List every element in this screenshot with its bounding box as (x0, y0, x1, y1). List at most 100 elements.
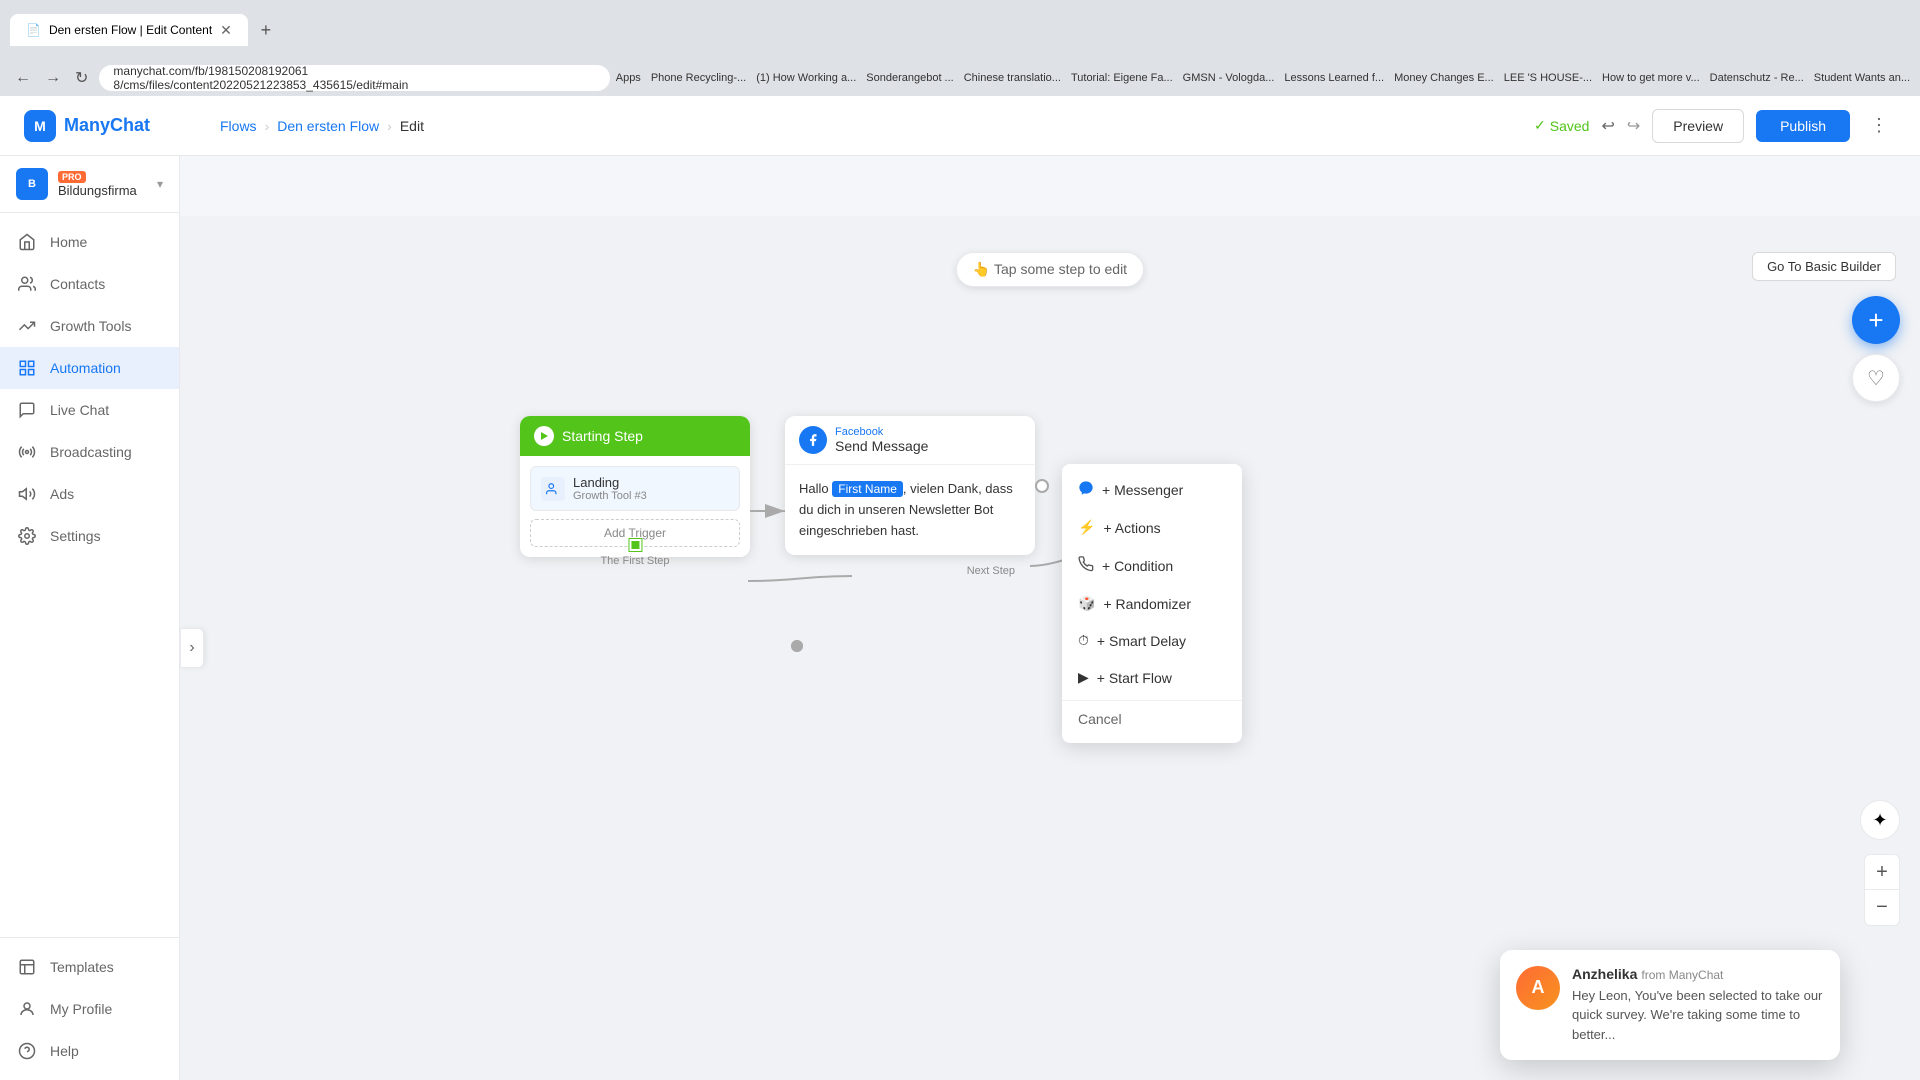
breadcrumb-flow-name[interactable]: Den ersten Flow (277, 118, 379, 134)
sidebar-item-my-profile[interactable]: My Profile (0, 988, 179, 1030)
growth-tools-icon (16, 315, 38, 337)
condition-icon (1078, 556, 1094, 575)
bookmark-4[interactable]: Chinese translatio... (964, 72, 1061, 84)
saved-label: Saved (1550, 118, 1590, 134)
broadcasting-icon (16, 441, 38, 463)
preview-button[interactable]: Preview (1652, 109, 1744, 143)
sidebar-bottom: Templates My Profile Help (0, 937, 179, 1080)
new-tab-button[interactable]: + (254, 18, 278, 42)
sidebar-label-broadcasting: Broadcasting (50, 444, 132, 460)
bookmark-8[interactable]: Money Changes E... (1394, 72, 1494, 84)
actions-label: + Actions (1103, 520, 1160, 536)
trigger-sub: Growth Tool #3 (573, 490, 647, 502)
sidebar-label-help: Help (50, 1043, 79, 1059)
refresh-button[interactable]: ↻ (70, 66, 93, 90)
sidebar-label-automation: Automation (50, 360, 121, 376)
dropdown-messenger[interactable]: + Messenger (1062, 470, 1242, 509)
chat-avatar: A (1516, 966, 1560, 1010)
breadcrumb-sep2: › (387, 118, 392, 134)
browser-addressbar[interactable]: manychat.com/fb/198150208192061 8/cms/fi… (99, 65, 609, 91)
bookmark-apps[interactable]: Apps (616, 72, 641, 84)
contacts-icon (16, 273, 38, 295)
sidebar-item-templates[interactable]: Templates (0, 946, 179, 988)
publish-button[interactable]: Publish (1756, 110, 1850, 142)
sidebar-item-automation[interactable]: Automation (0, 347, 179, 389)
add-step-button[interactable]: + (1852, 296, 1900, 344)
bookmark-5[interactable]: Tutorial: Eigene Fa... (1071, 72, 1173, 84)
back-button[interactable]: ← (10, 66, 36, 90)
main-canvas[interactable]: 👆 Tap some step to edit Go To Basic Buil… (180, 216, 1920, 1080)
pro-badge: PRO (58, 171, 86, 183)
sidebar-item-growth-tools[interactable]: Growth Tools (0, 305, 179, 347)
bookmark-1[interactable]: Phone Recycling-... (651, 72, 746, 84)
sidebar-label-home: Home (50, 234, 87, 250)
message-start: Hallo (799, 481, 832, 496)
dropdown-condition[interactable]: + Condition (1062, 546, 1242, 585)
logo-text: ManyChat (64, 115, 150, 136)
bookmark-6[interactable]: GMSN - Vologda... (1183, 72, 1275, 84)
workspace-selector[interactable]: B PRO Bildungsfirma ▾ (0, 156, 179, 213)
bookmark-10[interactable]: How to get more v... (1602, 72, 1700, 84)
ai-button[interactable]: ✦ (1860, 800, 1900, 840)
dropdown-actions[interactable]: ⚡ + Actions (1062, 509, 1242, 546)
chat-widget[interactable]: A Anzhelika from ManyChat Hey Leon, You'… (1500, 950, 1840, 1061)
browser-tab[interactable]: 📄 Den ersten Flow | Edit Content ✕ (10, 14, 248, 46)
hint-text: 👆 Tap some step to edit (973, 261, 1127, 278)
tab-close-icon[interactable]: ✕ (220, 22, 232, 39)
redo-button[interactable]: ↪ (1627, 116, 1640, 136)
workspace-chevron-icon: ▾ (157, 177, 163, 191)
sidebar-item-help[interactable]: Help (0, 1030, 179, 1072)
fb-message-node[interactable]: Facebook Send Message Hallo First Name, … (785, 416, 1035, 555)
logo-icon: M (24, 110, 56, 142)
sidebar-toggle-button[interactable]: › (180, 628, 204, 668)
sidebar-item-ads[interactable]: Ads (0, 473, 179, 515)
bookmark-3[interactable]: Sonderangebot ... (866, 72, 953, 84)
browser-chrome: 📄 Den ersten Flow | Edit Content ✕ + (0, 0, 1920, 60)
topnav-actions: ✓ Saved ↩ ↪ Preview Publish ⋮ (1534, 109, 1896, 143)
favorites-button[interactable]: ♡ (1852, 354, 1900, 402)
sidebar-item-broadcasting[interactable]: Broadcasting (0, 431, 179, 473)
actions-icon: ⚡ (1078, 519, 1095, 536)
starting-step-connector (629, 539, 641, 551)
sidebar-item-settings[interactable]: Settings (0, 515, 179, 557)
forward-button[interactable]: → (40, 66, 66, 90)
messenger-label: + Messenger (1102, 482, 1183, 498)
settings-icon (16, 525, 38, 547)
sidebar-item-contacts[interactable]: Contacts (0, 263, 179, 305)
chat-from: from ManyChat (1641, 968, 1723, 982)
dropdown-smart-delay[interactable]: ⏱ + Smart Delay (1062, 622, 1242, 659)
sidebar-item-live-chat[interactable]: Live Chat (0, 389, 179, 431)
live-chat-icon (16, 399, 38, 421)
dropdown-cancel[interactable]: Cancel (1062, 700, 1242, 737)
start-flow-label: + Start Flow (1097, 670, 1172, 686)
sidebar-label-growth-tools: Growth Tools (50, 318, 131, 334)
breadcrumb-flows[interactable]: Flows (220, 118, 257, 134)
sidebar-label-contacts: Contacts (50, 276, 105, 292)
bookmark-11[interactable]: Datenschutz - Re... (1710, 72, 1804, 84)
smart-delay-icon: ⏱ (1078, 632, 1089, 649)
sidebar-item-home[interactable]: Home (0, 221, 179, 263)
dropdown-randomizer[interactable]: 🎲 + Randomizer (1062, 585, 1242, 622)
sidebar-label-my-profile: My Profile (50, 1001, 112, 1017)
sidebar-label-templates: Templates (50, 959, 114, 975)
undo-button[interactable]: ↩ (1601, 116, 1614, 136)
zoom-out-button[interactable]: − (1864, 890, 1900, 926)
dropdown-start-flow[interactable]: ▶ + Start Flow (1062, 659, 1242, 696)
zoom-in-button[interactable]: + (1864, 854, 1900, 890)
bookmark-12[interactable]: Student Wants an... (1814, 72, 1910, 84)
logo[interactable]: M ManyChat (24, 110, 204, 142)
browser-addressbar-row: ← → ↻ manychat.com/fb/198150208192061 8/… (0, 60, 1920, 96)
go-basic-builder-button[interactable]: Go To Basic Builder (1752, 252, 1896, 281)
canvas-hint: 👆 Tap some step to edit (956, 252, 1144, 287)
bookmark-2[interactable]: (1) How Working a... (756, 72, 856, 84)
home-icon (16, 231, 38, 253)
trigger-item[interactable]: Landing Growth Tool #3 (530, 466, 740, 511)
bookmark-9[interactable]: LEE 'S HOUSE-... (1504, 72, 1592, 84)
trigger-name: Landing (573, 475, 647, 490)
more-options-button[interactable]: ⋮ (1862, 111, 1896, 140)
starting-step-node[interactable]: Starting Step Landing Growth Tool #3 Add… (520, 416, 750, 557)
fb-platform: Facebook (835, 426, 928, 438)
bookmark-7[interactable]: Lessons Learned f... (1284, 72, 1384, 84)
sidebar: B PRO Bildungsfirma ▾ Home Contacts Grow (0, 156, 180, 1080)
next-step-connector (1035, 479, 1049, 493)
